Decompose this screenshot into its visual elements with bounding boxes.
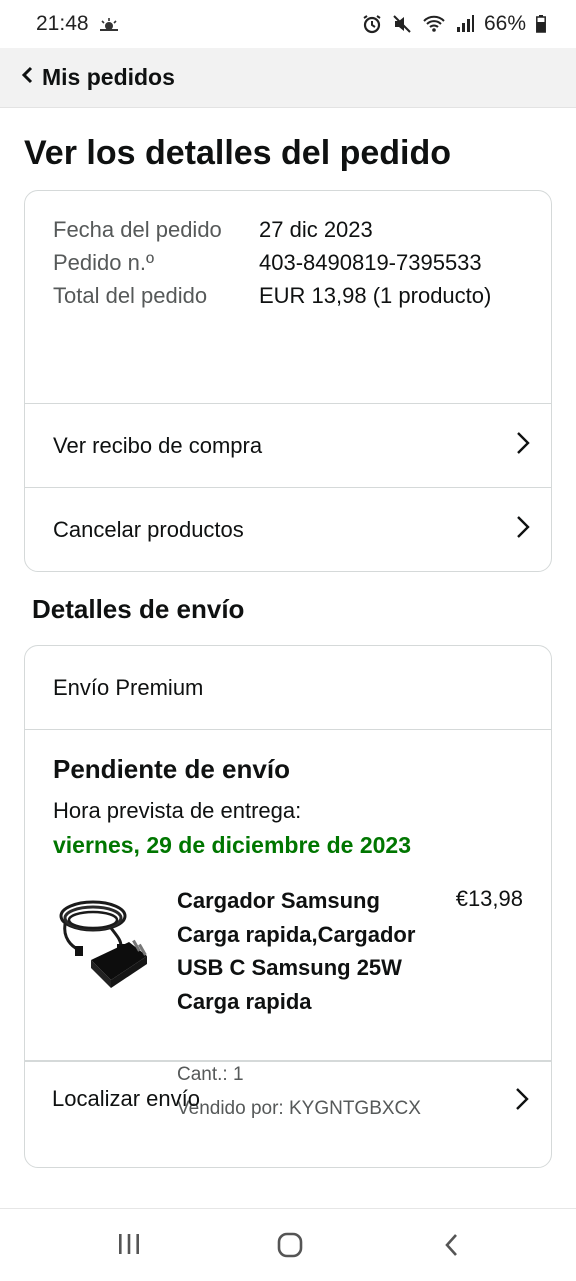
chevron-right-icon <box>515 514 531 545</box>
cancel-products-link[interactable]: Cancelar productos <box>25 487 551 571</box>
product-image[interactable] <box>51 890 155 994</box>
view-receipt-link[interactable]: Ver recibo de compra <box>25 403 551 487</box>
wifi-icon <box>422 14 446 34</box>
summary-value: EUR 13,98 (1 producto) <box>259 283 492 308</box>
back-link-label: Mis pedidos <box>42 64 175 90</box>
recent-apps-icon[interactable] <box>116 1231 142 1262</box>
mute-icon <box>392 14 412 34</box>
chevron-right-icon <box>514 1086 530 1117</box>
status-bar-right: 66% <box>362 12 546 36</box>
product-price: €13,98 <box>455 886 523 911</box>
view-receipt-label: Ver recibo de compra <box>53 432 263 458</box>
summary-value: 27 dic 2023 <box>259 217 373 242</box>
summary-row-total: Total del pedido EUR 13,98 (1 producto) <box>53 279 533 312</box>
chevron-right-icon <box>515 430 531 461</box>
shipping-section-title: Detalles de envío <box>32 594 245 624</box>
back-to-orders-link[interactable]: Mis pedidos <box>20 64 175 91</box>
summary-label: Fecha del pedido <box>53 217 222 242</box>
home-icon[interactable] <box>276 1231 304 1264</box>
summary-row-date: Fecha del pedido 27 dic 2023 <box>53 213 533 246</box>
order-summary-table: Fecha del pedido 27 dic 2023 Pedido n.º … <box>53 213 533 312</box>
battery-icon <box>536 15 546 33</box>
shipping-type: Envío Premium <box>25 646 551 730</box>
summary-label: Total del pedido <box>53 283 208 308</box>
summary-label: Pedido n.º <box>53 250 154 275</box>
product-title-link[interactable]: Cargador Samsung Carga rapida,Cargador U… <box>177 884 417 1018</box>
status-bar-left: 21:48 <box>36 12 119 36</box>
track-package-link[interactable]: Localizar envío <box>24 1060 552 1120</box>
shipping-status: Pendiente de envío <box>53 754 290 784</box>
status-bar: 21:48 66% <box>0 0 576 48</box>
weather-icon <box>99 16 119 32</box>
battery-percent: 66% <box>483 12 526 35</box>
cancel-products-label: Cancelar productos <box>53 516 244 542</box>
top-nav: Mis pedidos <box>0 48 576 108</box>
summary-row-order-number: Pedido n.º 403-8490819-7395533 <box>53 246 533 279</box>
page-title: Ver los detalles del pedido <box>24 134 452 172</box>
order-summary-card: Fecha del pedido 27 dic 2023 Pedido n.º … <box>24 190 552 572</box>
eta-date: viernes, 29 de diciembre de 2023 <box>53 832 411 858</box>
eta-label: Hora prevista de entrega: <box>53 798 302 823</box>
alarm-icon <box>362 14 382 34</box>
chevron-left-icon <box>20 65 34 90</box>
system-nav-bar <box>0 1208 576 1281</box>
signal-icon <box>456 14 474 34</box>
track-package-label: Localizar envío <box>52 1086 200 1111</box>
back-icon[interactable] <box>440 1231 464 1264</box>
summary-value: 403-8490819-7395533 <box>259 250 482 275</box>
clock: 21:48 <box>36 12 89 35</box>
